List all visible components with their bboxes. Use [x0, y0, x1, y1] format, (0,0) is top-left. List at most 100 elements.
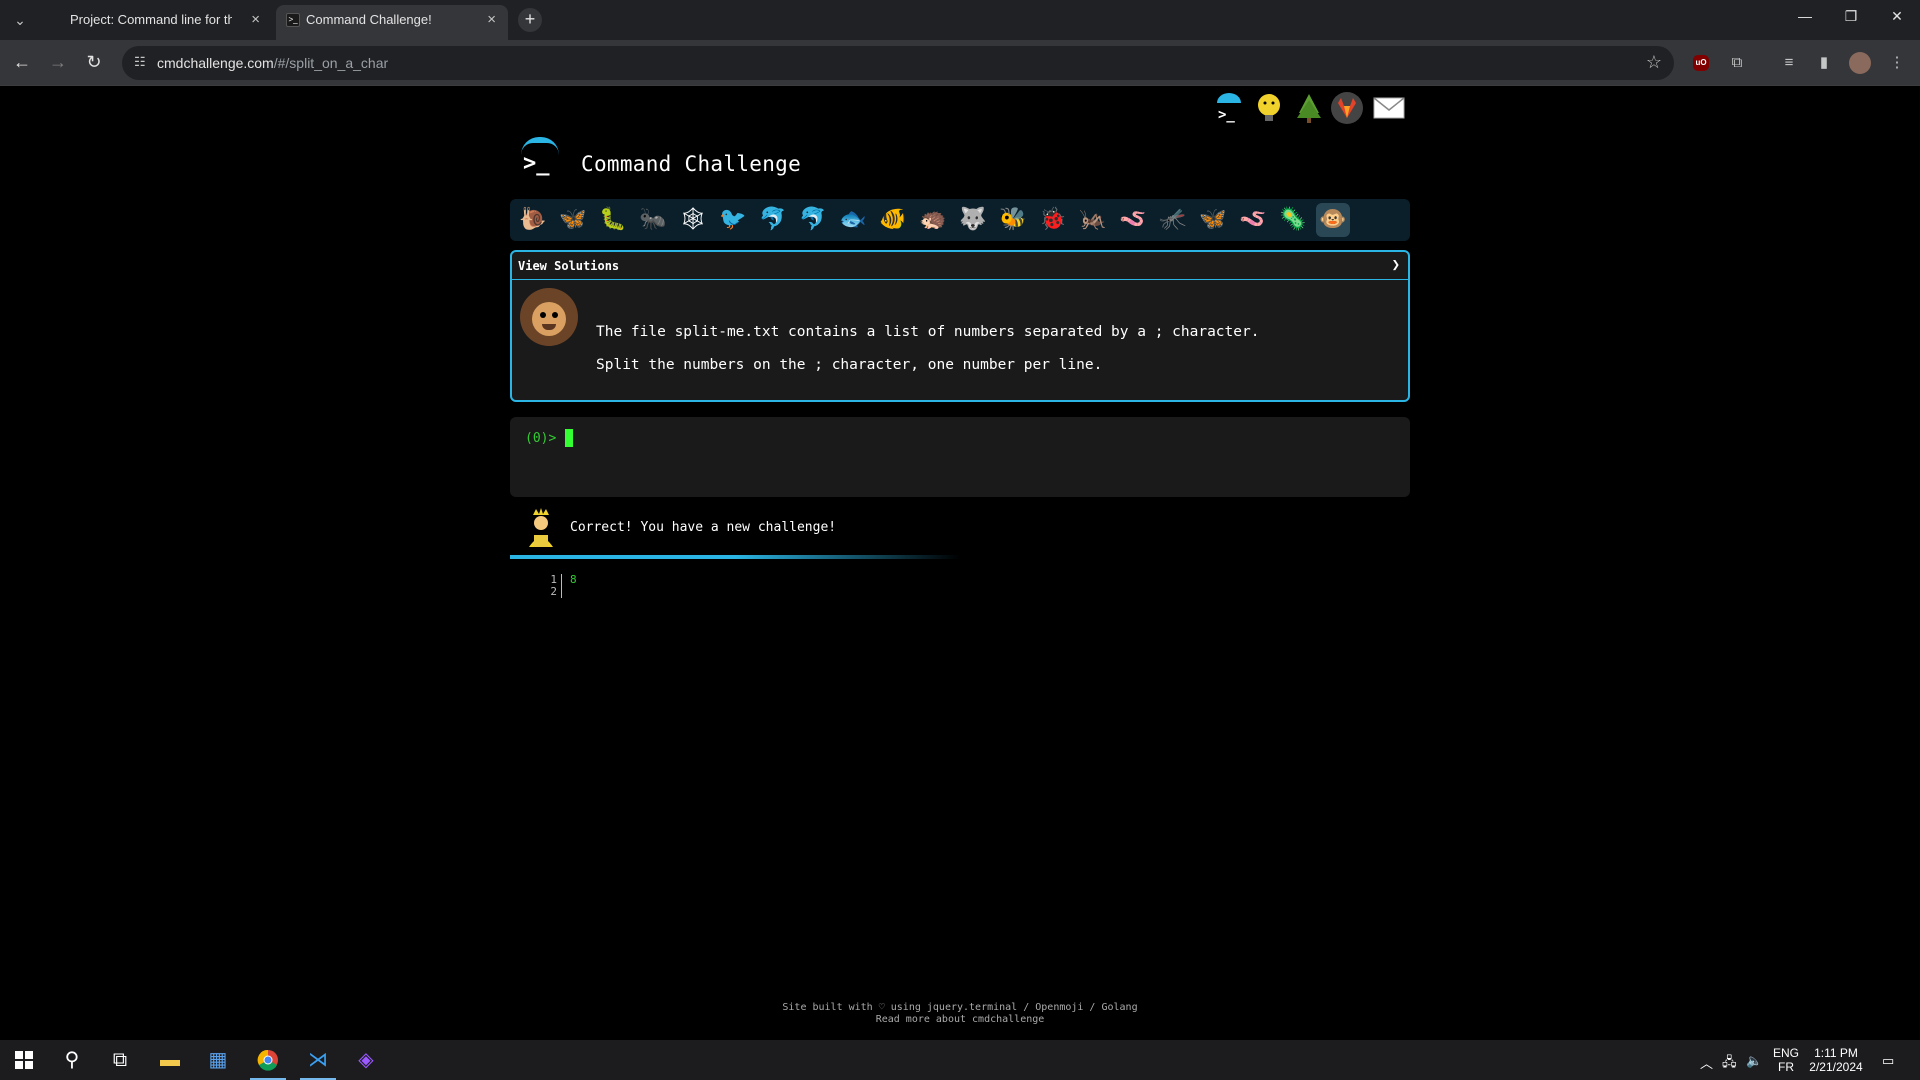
lang-top: ENG	[1772, 1046, 1799, 1060]
forward-icon[interactable]: →	[46, 50, 70, 74]
tab-favicon	[50, 13, 64, 27]
line-number: 2	[550, 585, 557, 598]
logo-prompt-glyph: >_	[523, 151, 550, 176]
challenge-icon[interactable]: 🦗	[1076, 203, 1110, 237]
url-host: cmdchallenge.com	[157, 55, 274, 71]
clock[interactable]: 1:11 PM 2/21/2024	[1806, 1046, 1866, 1080]
windows-start-icon[interactable]	[0, 1044, 48, 1076]
tray-chevron-up-icon[interactable]: ︿	[1700, 1053, 1713, 1072]
monkey-eye	[540, 312, 546, 318]
svg-text:>_: >_	[1218, 107, 1235, 123]
back-icon[interactable]: ←	[10, 50, 34, 74]
challenge-icon[interactable]: 🪱	[1116, 203, 1150, 237]
challenge-line: The file split-me.txt contains a list of…	[596, 324, 1260, 340]
challenge-icon[interactable]: 🐛	[596, 203, 630, 237]
top-nav-icons: >_	[1212, 91, 1412, 127]
tab-title: Command Challenge!	[306, 12, 432, 27]
terminal-favicon-icon: >_	[286, 13, 300, 27]
file-explorer-icon[interactable]: ▬	[146, 1044, 194, 1076]
site-footer: Site built with ♡ using jquery.terminal …	[0, 1002, 1920, 1026]
queen-avatar-icon	[524, 507, 558, 551]
challenge-icon[interactable]: 🐜	[636, 203, 670, 237]
clock-date: 2/21/2024	[1809, 1060, 1863, 1074]
challenge-icon[interactable]: 🐞	[1036, 203, 1070, 237]
url-text[interactable]: cmdchallenge.com/#/split_on_a_char	[157, 55, 388, 71]
tab-command-challenge[interactable]: >_ Command Challenge! ×	[276, 5, 508, 40]
browser-tabbar: ⌄ Project: Command line for the v × >_ C…	[0, 0, 1920, 40]
terminal-input[interactable]: (0)>	[510, 417, 1410, 497]
challenge-description: The file split-me.txt contains a list of…	[596, 316, 1259, 382]
challenge-line: Split the numbers on the ; character, on…	[596, 357, 1103, 373]
challenge-icon[interactable]: 🦔	[916, 203, 950, 237]
terminal-cursor	[565, 429, 573, 447]
network-icon[interactable]: 🖧	[1722, 1053, 1737, 1075]
challenge-icon[interactable]: 🦠	[1276, 203, 1310, 237]
profile-avatar[interactable]	[1849, 52, 1871, 74]
gitlab-icon[interactable]	[1330, 91, 1364, 125]
output-line: 8	[570, 573, 577, 586]
lightbulb-face-icon[interactable]	[1252, 91, 1286, 125]
monkey-avatar-icon	[520, 288, 578, 346]
language-indicator[interactable]: ENG FR	[1772, 1046, 1800, 1080]
new-tab-button[interactable]: +	[518, 8, 542, 32]
side-panel-icon[interactable]: ▮	[1813, 52, 1835, 74]
app-purple-icon[interactable]: ◈	[342, 1044, 390, 1076]
challenge-icon[interactable]: 🐝	[996, 203, 1030, 237]
challenge-icon[interactable]: 🐬	[756, 203, 790, 237]
menu-kebab-icon[interactable]: ⋮	[1886, 52, 1908, 74]
footer-credits: Site built with ♡ using jquery.terminal …	[782, 1002, 1138, 1013]
store-icon[interactable]: ▦	[194, 1044, 242, 1076]
restore-icon[interactable]: ❐	[1828, 8, 1874, 25]
view-solutions-header[interactable]: View Solutions ❯	[512, 252, 1408, 280]
monkey-face	[532, 302, 566, 336]
view-solutions-label: View Solutions	[518, 259, 620, 273]
volume-icon[interactable]: 🔈	[1746, 1053, 1762, 1069]
challenge-icon[interactable]: 🦟	[1156, 203, 1190, 237]
search-icon[interactable]: ⚲	[48, 1044, 96, 1076]
reload-icon[interactable]: ↻	[82, 50, 106, 74]
tree-icon[interactable]	[1292, 91, 1326, 125]
envelope-icon[interactable]	[1372, 91, 1406, 125]
close-tab-icon[interactable]: ×	[251, 5, 260, 35]
result-message-row: Correct! You have a new challenge!	[510, 507, 1410, 547]
terminal-prompt: (0)>	[525, 431, 557, 446]
close-window-icon[interactable]: ✕	[1874, 8, 1920, 25]
page-content: >_ >_ Command Challenge 🐌 🦋 🐛 🐜 🕸 🐦 🐬 🐬 🐟 🐠 🦔 🐺 🐝 🐞 🦗 🪱…	[0, 87, 1920, 1039]
media-control-icon[interactable]: ≡	[1778, 52, 1800, 74]
monkey-mouth	[542, 324, 556, 330]
challenge-icon[interactable]: 🐟	[836, 203, 870, 237]
chevron-right-icon[interactable]: ❯	[1392, 257, 1400, 273]
challenge-icon[interactable]: 🐌	[516, 203, 550, 237]
progress-fill	[510, 555, 960, 559]
challenge-icon[interactable]: 🐬	[796, 203, 830, 237]
challenge-icon[interactable]: 🕸	[676, 203, 710, 237]
footer-about-link[interactable]: Read more about cmdchallenge	[0, 1014, 1920, 1026]
tab-search-chevron-icon[interactable]: ⌄	[8, 8, 32, 32]
challenge-icon[interactable]: 🐺	[956, 203, 990, 237]
chrome-icon[interactable]	[244, 1044, 292, 1080]
task-view-icon[interactable]: ⧉	[96, 1044, 144, 1076]
address-bar[interactable]: ☷ cmdchallenge.com/#/split_on_a_char ☆	[122, 46, 1674, 80]
challenge-icon[interactable]: 🦋	[556, 203, 590, 237]
page-title: Command Challenge	[581, 152, 802, 176]
notification-icon[interactable]: ▭	[1882, 1053, 1894, 1069]
minimize-icon[interactable]: —	[1782, 8, 1828, 24]
bookmark-star-icon[interactable]: ☆	[1646, 52, 1662, 73]
close-tab-icon[interactable]: ×	[487, 5, 496, 35]
site-logo[interactable]: >_	[517, 137, 559, 181]
monkey-eye	[552, 312, 558, 318]
site-info-icon[interactable]: ☷	[134, 54, 152, 72]
ublock-icon[interactable]: uO	[1693, 55, 1709, 71]
challenge-icon[interactable]: 🐵	[1316, 203, 1350, 237]
challenge-icon[interactable]: 🐠	[876, 203, 910, 237]
challenge-icon[interactable]: 🪱	[1236, 203, 1270, 237]
extensions-puzzle-icon[interactable]: ⧉	[1726, 52, 1748, 74]
progress-track	[510, 555, 1410, 559]
challenge-icon[interactable]: 🦋	[1196, 203, 1230, 237]
terminal-umbrella-icon[interactable]: >_	[1212, 91, 1246, 125]
challenge-icon[interactable]: 🐦	[716, 203, 750, 237]
clock-time: 1:11 PM	[1814, 1046, 1858, 1060]
tab-project-command-line[interactable]: Project: Command line for the v ×	[40, 5, 272, 40]
vscode-icon[interactable]: ⋊	[294, 1044, 342, 1080]
output-lines: 8	[570, 574, 577, 586]
